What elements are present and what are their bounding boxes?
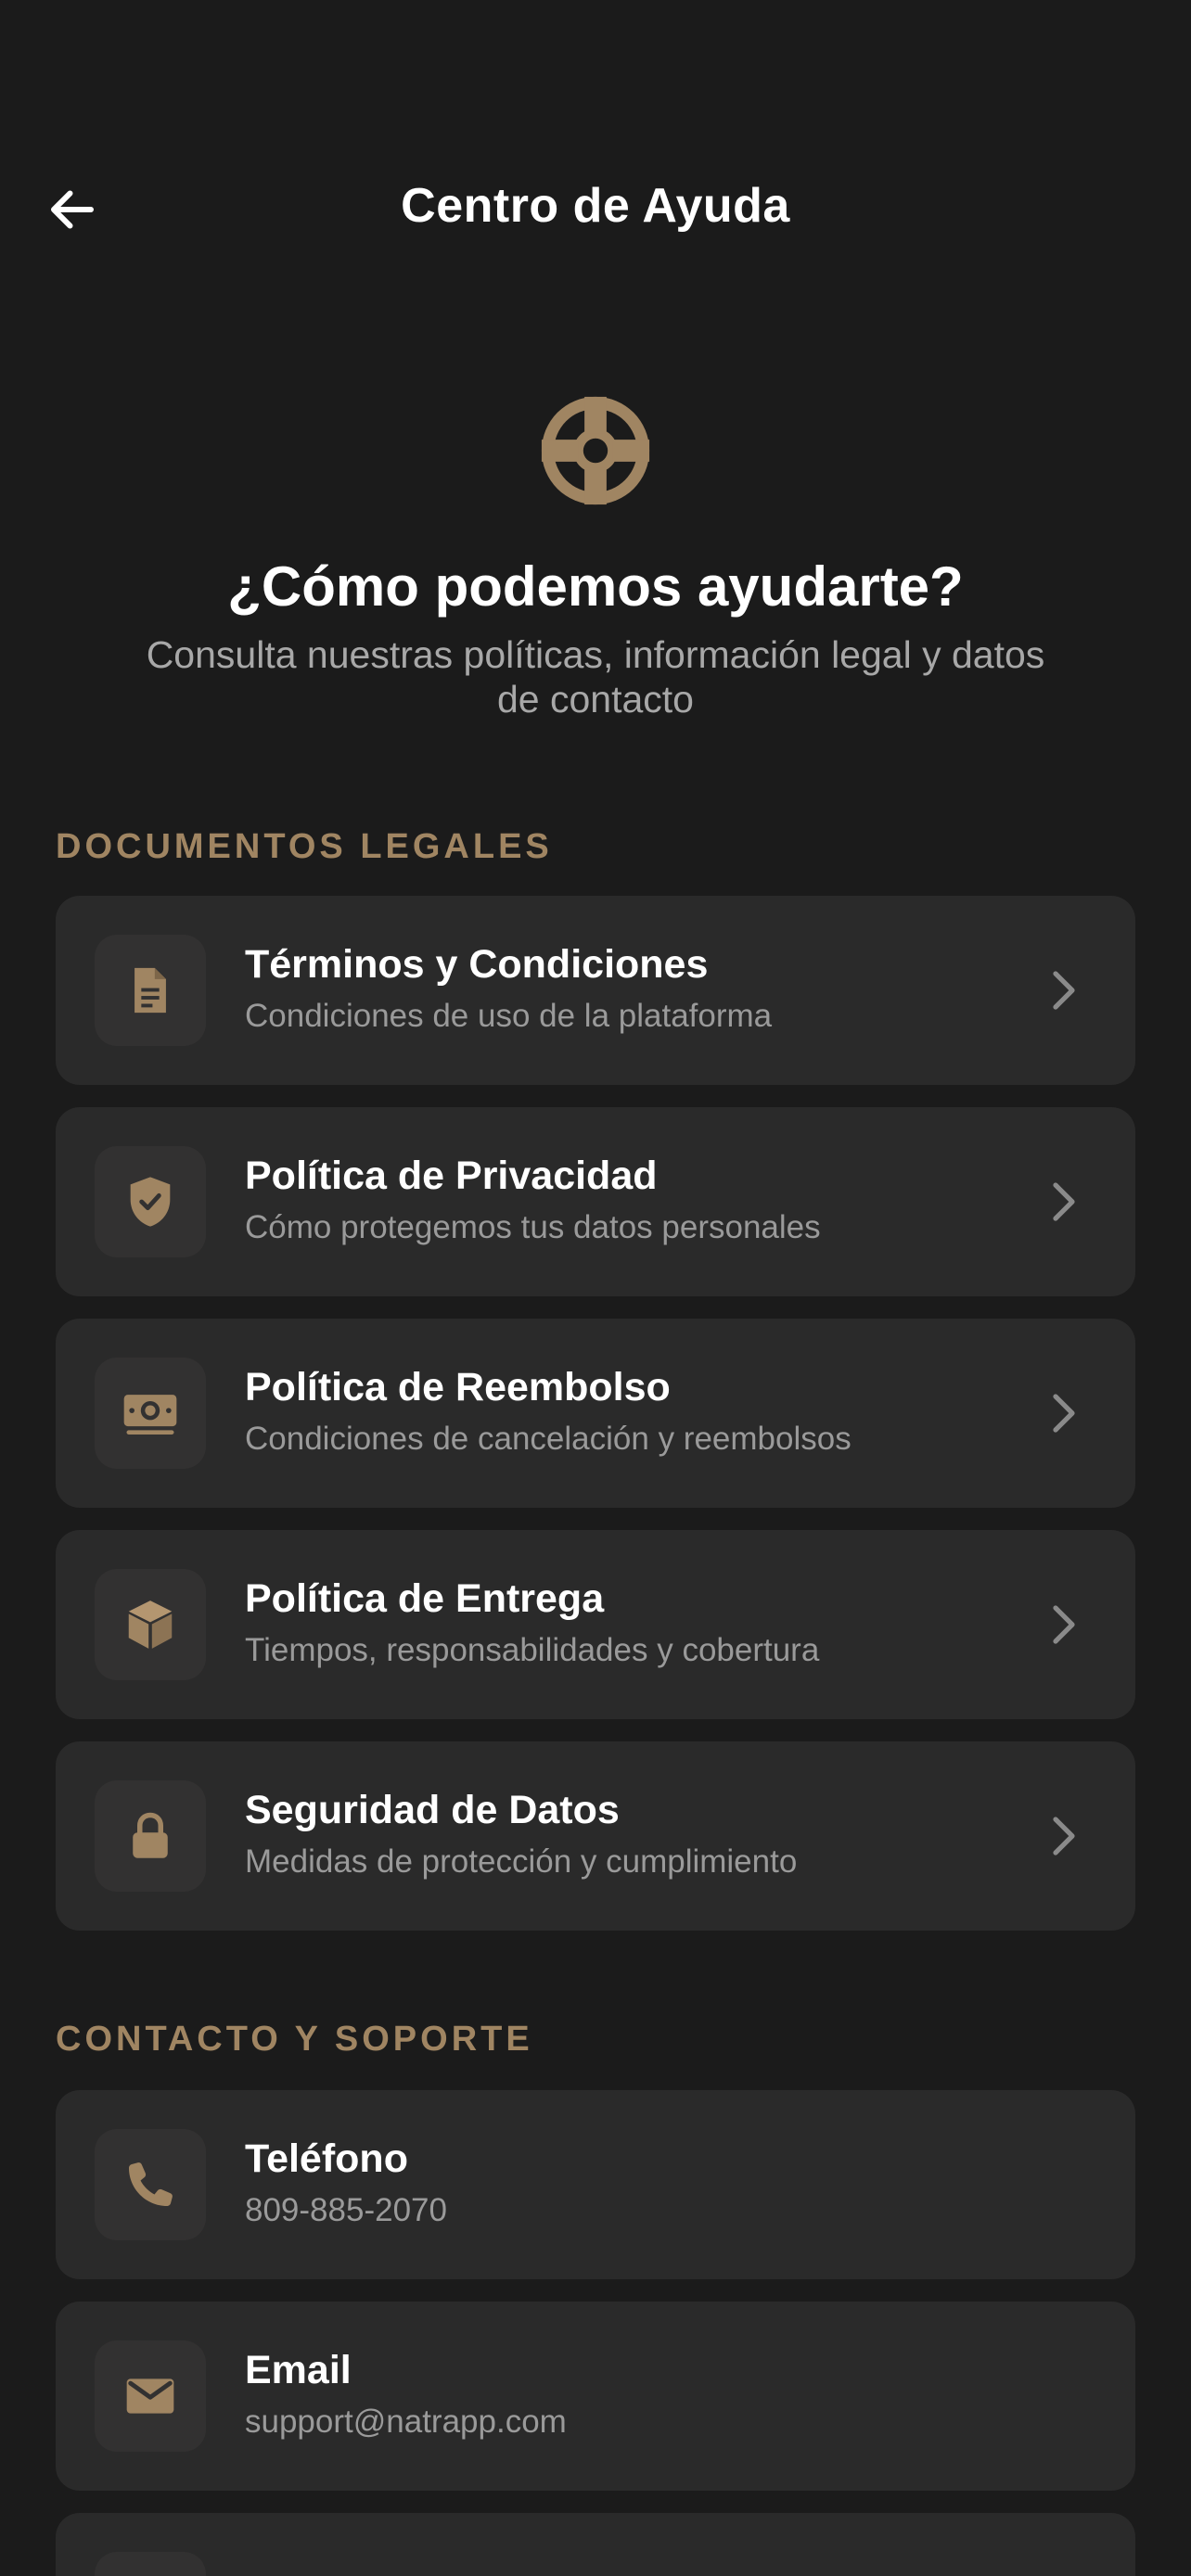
card-icon-box <box>95 1780 206 1892</box>
mail-icon <box>126 2378 174 2414</box>
card-email[interactable]: Email support@natrapp.com <box>56 2302 1135 2491</box>
phone-icon <box>129 2162 173 2206</box>
chevron-right-icon <box>1039 1812 1087 1860</box>
card-icon-box <box>95 1358 206 1469</box>
card-subtitle: Condiciones de uso de la plataforma <box>245 998 773 1034</box>
card-title: Teléfono <box>245 2136 408 2181</box>
card-title: Política de Reembolso <box>245 1365 671 1409</box>
card-next-partial[interactable] <box>56 2513 1135 2576</box>
card-title: Política de Privacidad <box>245 1154 658 1198</box>
section-label-contact: CONTACTO Y SOPORTE <box>56 2020 533 2059</box>
card-refund[interactable]: Política de Reembolso Condiciones de can… <box>56 1319 1135 1508</box>
card-phone[interactable]: Teléfono 809-885-2070 <box>56 2090 1135 2279</box>
chevron-right-icon <box>1039 966 1087 1014</box>
page-title: Centro de Ayuda <box>401 179 790 233</box>
card-delivery[interactable]: Política de Entrega Tiempos, responsabil… <box>56 1530 1135 1719</box>
card-title: Términos y Condiciones <box>245 942 709 987</box>
section-label-legal: DOCUMENTOS LEGALES <box>56 827 553 866</box>
card-icon-box <box>95 1569 206 1680</box>
document-icon <box>134 967 166 1014</box>
card-icon-box <box>95 2129 206 2240</box>
chevron-right-icon <box>1039 1178 1087 1226</box>
card-terms[interactable]: Términos y Condiciones Condiciones de us… <box>56 896 1135 1085</box>
card-data-security[interactable]: Seguridad de Datos Medidas de protección… <box>56 1741 1135 1931</box>
card-icon-box <box>95 2340 206 2452</box>
card-subtitle: Cómo protegemos tus datos personales <box>245 1209 821 1245</box>
card-subtitle: Medidas de protección y cumplimiento <box>245 1843 798 1880</box>
money-icon <box>123 1395 177 1435</box>
card-title: Email <box>245 2348 352 2392</box>
lock-icon <box>133 1812 168 1858</box>
card-title: Política de Entrega <box>245 1576 605 1621</box>
card-icon-box <box>95 935 206 1046</box>
card-icon-box <box>95 2552 206 2576</box>
chevron-right-icon <box>1039 1600 1087 1649</box>
lifebuoy-icon <box>541 396 650 505</box>
app-header: Centro de Ayuda <box>0 158 1191 264</box>
card-privacy[interactable]: Política de Privacidad Cómo protegemos t… <box>56 1107 1135 1296</box>
package-icon <box>128 1600 173 1649</box>
card-subtitle: Condiciones de cancelación y reembolsos <box>245 1421 852 1457</box>
hero-subtitle: Consulta nuestras políticas, información… <box>146 633 1045 721</box>
chevron-right-icon <box>1039 1389 1087 1437</box>
card-subtitle: support@natrapp.com <box>245 2404 567 2440</box>
shield-check-icon <box>130 1177 171 1227</box>
card-subtitle: 809-885-2070 <box>245 2192 447 2228</box>
card-title: Seguridad de Datos <box>245 1788 620 1832</box>
card-icon-box <box>95 1146 206 1257</box>
hero-title: ¿Cómo podemos ayudarte? <box>227 555 964 618</box>
card-subtitle: Tiempos, responsabilidades y cobertura <box>245 1632 820 1668</box>
